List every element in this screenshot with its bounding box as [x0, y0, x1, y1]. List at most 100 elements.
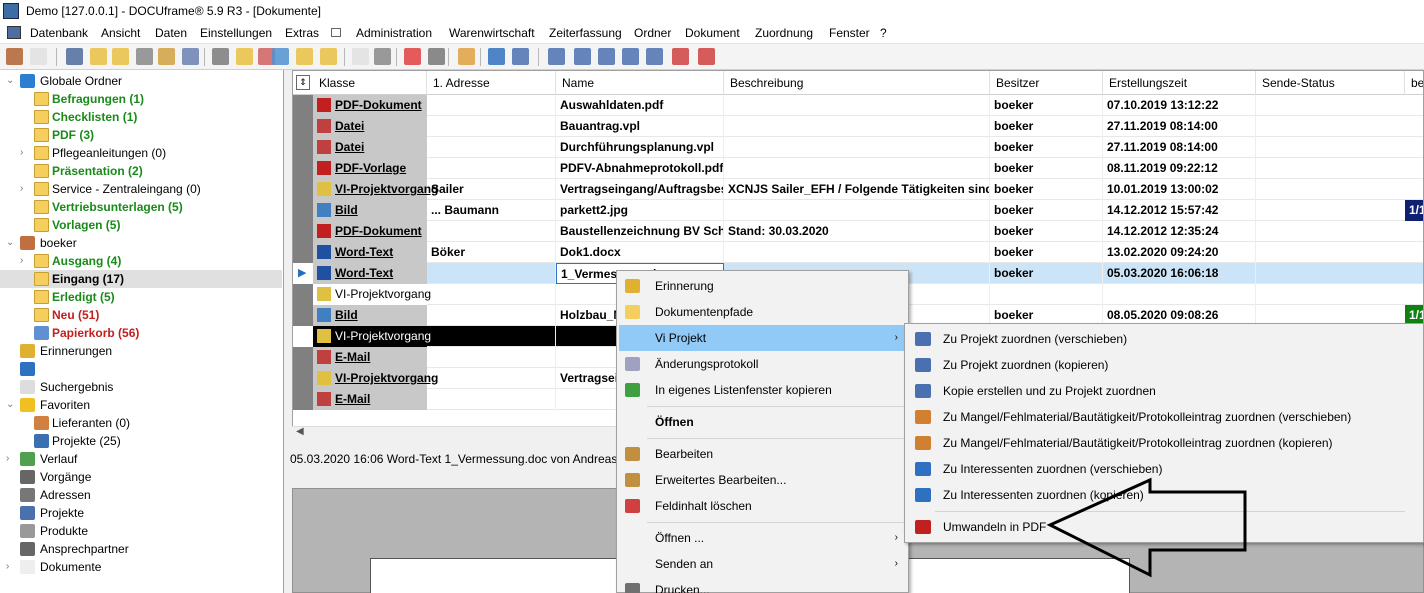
calendar-icon[interactable] [182, 48, 199, 65]
table-row[interactable]: PDF-Dokument Auswahldaten.pdf boeker 07.10.… [293, 95, 1423, 116]
table-row[interactable]: VI-Projektvorgang Sailer Vertragseingang/A… [293, 179, 1423, 200]
menu-13[interactable]: ? [880, 26, 887, 40]
cell-zeit[interactable]: 08.11.2019 09:22:12 [1103, 158, 1256, 179]
tag-icon[interactable] [136, 48, 153, 65]
cell-besitzer[interactable] [990, 284, 1103, 305]
tree-item[interactable]: ⌄ Globale Ordner [0, 72, 282, 90]
cell-beschreibung[interactable] [724, 116, 990, 137]
column-header[interactable]: Sende-Status [1256, 71, 1405, 95]
scan-icon[interactable] [352, 48, 369, 65]
collapse-icon[interactable]: ⌄ [6, 72, 16, 90]
tree-item[interactable]: Befragungen (1) [0, 90, 282, 108]
tree-item[interactable]: Papierkorb (56) [0, 324, 282, 342]
context-menu-item[interactable]: Feldinhalt löschen [619, 493, 906, 519]
phone-icon[interactable] [212, 48, 229, 65]
tree-item[interactable]: Vertriebsunterlagen (5) [0, 198, 282, 216]
extras-grid-icon[interactable] [331, 28, 341, 37]
folder-icon[interactable] [112, 48, 129, 65]
column-header[interactable]: Name [556, 71, 724, 95]
cell-name[interactable]: Vertragseingang/Auftragsbestätigung [556, 179, 724, 200]
cell-adresse[interactable]: Böker [427, 242, 556, 263]
menu-3[interactable]: Daten [155, 26, 187, 40]
row-selector[interactable] [293, 221, 313, 242]
cell-adresse[interactable] [427, 305, 556, 326]
klasse-cell[interactable]: PDF-Dokument [313, 221, 427, 242]
submenu-item[interactable]: Zu Projekt zuordnen (verschieben) [907, 326, 1421, 352]
klasse-cell[interactable]: PDF-Dokument [313, 95, 427, 116]
tree-item[interactable] [0, 360, 282, 378]
cell-name[interactable]: PDFV-Abnahmeprotokoll.pdf [556, 158, 724, 179]
expand-icon[interactable]: › [6, 450, 16, 468]
clipboard-icon[interactable] [272, 48, 289, 65]
column-header[interactable]: Besitzer [990, 71, 1103, 95]
cell-besitzer[interactable]: boeker [990, 158, 1103, 179]
stack-icon[interactable] [622, 48, 639, 65]
expand-icon[interactable]: › [20, 252, 30, 270]
tree-item[interactable]: Suchergebnis [0, 378, 282, 396]
klasse-cell[interactable]: VI-Projektvorgang [313, 326, 431, 347]
column-header[interactable]: Klasse [313, 71, 427, 95]
cell-adresse[interactable]: ... Baumann [427, 200, 556, 221]
cell-zeit[interactable]: 27.11.2019 08:14:00 [1103, 137, 1256, 158]
cell-zeit[interactable]: 14.12.2012 12:35:24 [1103, 221, 1256, 242]
cell-zeit[interactable]: 10.01.2019 13:00:02 [1103, 179, 1256, 200]
cell-adresse[interactable] [427, 95, 556, 116]
cell-zeit[interactable]: 14.12.2012 15:57:42 [1103, 200, 1256, 221]
cell-adresse[interactable] [427, 116, 556, 137]
cell-name[interactable]: Auswahldaten.pdf [556, 95, 724, 116]
klasse-cell[interactable]: Datei [313, 137, 427, 158]
tree-item[interactable]: ⌄ boeker [0, 234, 282, 252]
stack-icon[interactable] [598, 48, 615, 65]
tree-item[interactable]: Projekte [0, 504, 282, 522]
column-header[interactable]: 1. Adresse [427, 71, 556, 95]
scroll-left-icon[interactable]: ◀ [296, 426, 304, 437]
expand-icon[interactable]: › [20, 180, 30, 198]
klasse-cell[interactable]: VI-Projektvorgang [313, 179, 438, 200]
klasse-cell[interactable]: E-Mail [313, 347, 427, 368]
column-header[interactable]: be [1405, 71, 1423, 95]
expand-icon[interactable]: › [6, 558, 16, 576]
menu-icon[interactable] [7, 26, 21, 39]
submenu-item[interactable]: Zu Mangel/Fehlmaterial/Bautätigkeit/Prot… [907, 404, 1421, 430]
row-selector[interactable] [293, 116, 313, 137]
tree-item[interactable]: Erledigt (5) [0, 288, 282, 306]
submenu-item[interactable]: Kopie erstellen und zu Projekt zuordnen [907, 378, 1421, 404]
submenu-item[interactable]: Zu Projekt zuordnen (kopieren) [907, 352, 1421, 378]
card-icon[interactable] [66, 48, 83, 65]
cell-adresse[interactable] [427, 326, 556, 347]
context-menu-item[interactable]: Senden an › [619, 551, 906, 577]
column-header[interactable]: Beschreibung [724, 71, 990, 95]
cell-adresse[interactable] [427, 368, 556, 389]
cell-besitzer[interactable]: boeker [990, 242, 1103, 263]
tree-item[interactable]: Produkte [0, 522, 282, 540]
cell-adresse[interactable] [427, 284, 556, 305]
row-selector[interactable]: ▶ [293, 263, 313, 284]
cell-name[interactable]: Durchführungsplanung.vpl [556, 137, 724, 158]
table-row[interactable]: Bild ... Baumann parkett2.jpg boeker 14.12.2… [293, 200, 1423, 221]
menu-1[interactable]: Datenbank [30, 26, 88, 40]
list-icon[interactable] [90, 48, 107, 65]
cell-beschreibung[interactable]: Stand: 30.03.2020 [724, 221, 990, 242]
tree-item[interactable]: Neu (51) [0, 306, 282, 324]
row-selector[interactable] [293, 389, 313, 410]
context-menu-item[interactable]: Vi Projekt › [619, 325, 906, 351]
context-menu-item[interactable]: Öffnen [619, 409, 906, 435]
pin-icon[interactable] [488, 48, 505, 65]
folder-new-icon[interactable] [296, 48, 313, 65]
context-menu-item[interactable]: In eigenes Listenfenster kopieren [619, 377, 906, 403]
collapse-icon[interactable]: ⌄ [6, 396, 16, 414]
tree-item[interactable]: Adressen [0, 486, 282, 504]
context-menu-item[interactable]: Erweitertes Bearbeiten... [619, 467, 906, 493]
menu-6[interactable]: Administration [356, 26, 432, 40]
stack-red-icon[interactable] [672, 48, 689, 65]
row-selector[interactable] [293, 326, 313, 347]
cell-beschreibung[interactable]: XCNJS Sailer_EFH / Folgende Tätigkeiten … [724, 179, 990, 200]
cell-zeit[interactable]: 07.10.2019 13:12:22 [1103, 95, 1256, 116]
menu-9[interactable]: Ordner [634, 26, 671, 40]
transfer-icon[interactable] [428, 48, 445, 65]
cell-zeit[interactable]: 05.03.2020 16:06:18 [1103, 263, 1256, 284]
new-icon[interactable] [6, 48, 23, 65]
cell-besitzer[interactable]: boeker [990, 263, 1103, 284]
menu-5[interactable]: Extras [285, 26, 319, 40]
cell-beschreibung[interactable] [724, 158, 990, 179]
